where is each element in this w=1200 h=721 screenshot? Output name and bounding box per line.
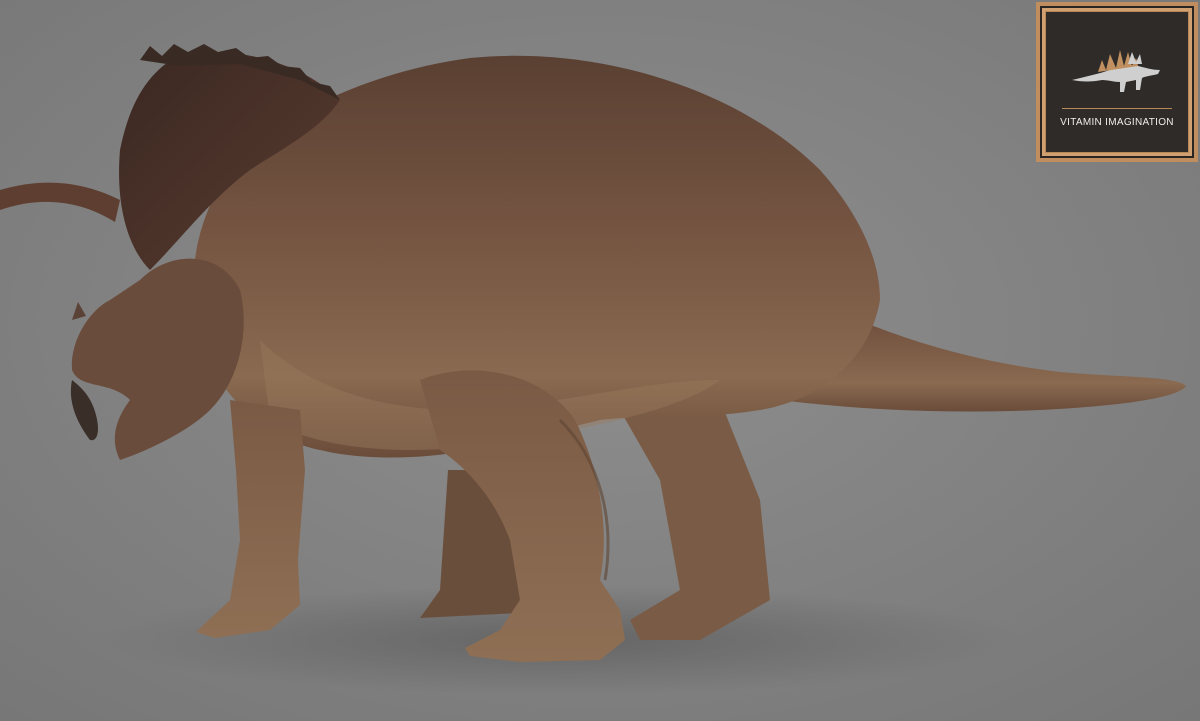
logo-frame: VITAMIN IMAGINATION: [1040, 6, 1194, 158]
render-canvas: VITAMIN IMAGINATION: [0, 0, 1200, 721]
logo-divider: [1062, 108, 1172, 109]
stegosaurus-icon: [1072, 50, 1160, 92]
watermark-text: VITAMIN IMAGINATION: [1060, 117, 1174, 128]
logo-panel: VITAMIN IMAGINATION: [1045, 11, 1189, 153]
watermark-logo: VITAMIN IMAGINATION: [1036, 2, 1198, 162]
triceratops-render: [0, 0, 1200, 721]
